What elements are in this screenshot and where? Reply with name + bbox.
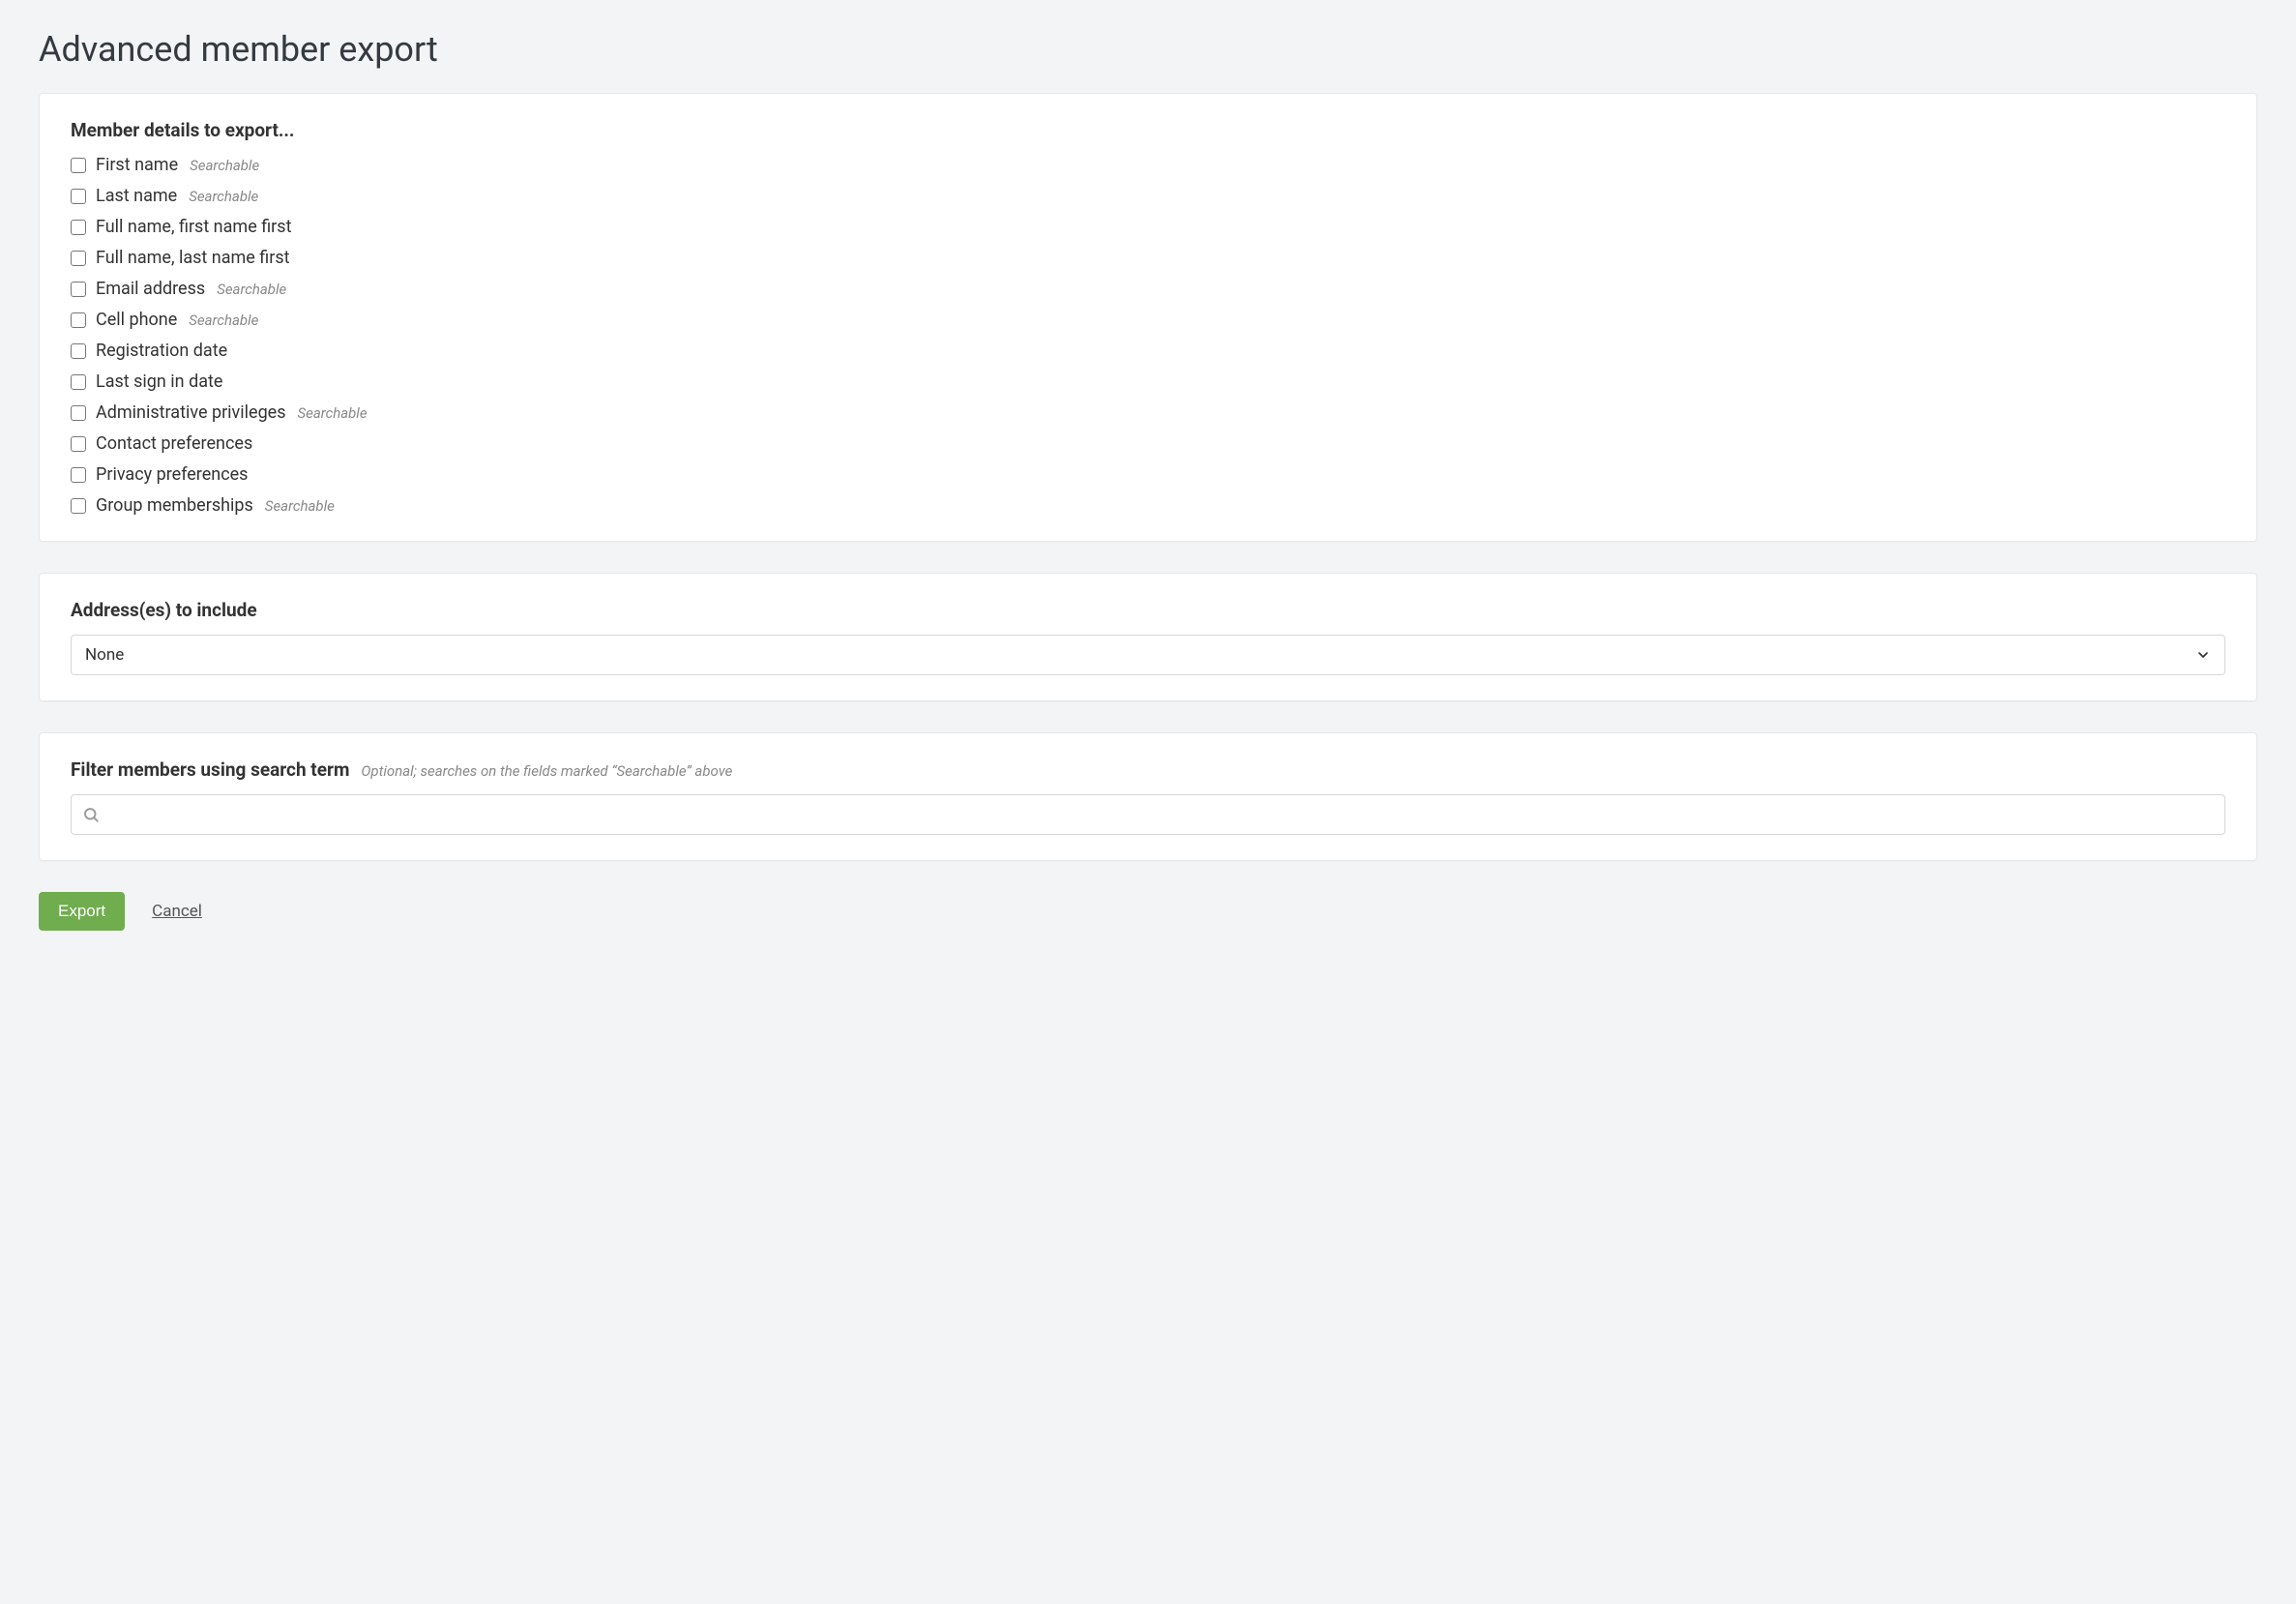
checkbox-input[interactable] — [71, 405, 86, 421]
checkbox-label: Cell phone — [96, 310, 177, 330]
checkbox-row[interactable]: Registration date — [71, 341, 2225, 361]
filter-card: Filter members using search term Optiona… — [39, 732, 2257, 861]
checkbox-label: First name — [96, 155, 178, 175]
checkbox-input[interactable] — [71, 251, 86, 266]
checkbox-label: Registration date — [96, 341, 227, 361]
filter-title: Filter members using search term — [71, 758, 349, 781]
checkbox-input[interactable] — [71, 467, 86, 483]
actions-row: Export Cancel — [39, 892, 2257, 931]
searchable-tag: Searchable — [190, 157, 259, 174]
checkbox-input[interactable] — [71, 343, 86, 359]
checkbox-label: Last sign in date — [96, 371, 222, 392]
checkbox-input[interactable] — [71, 189, 86, 204]
checkbox-row[interactable]: Full name, first name first — [71, 217, 2225, 237]
checkbox-row[interactable]: Cell phone Searchable — [71, 310, 2225, 330]
page-title: Advanced member export — [39, 29, 2257, 70]
addresses-select-value: None — [85, 645, 124, 665]
addresses-select[interactable]: None — [71, 635, 2225, 675]
checkbox-input[interactable] — [71, 158, 86, 173]
checkbox-label: Full name, last name first — [96, 248, 290, 268]
searchable-tag: Searchable — [298, 404, 368, 422]
checkbox-row[interactable]: Group memberships Searchable — [71, 495, 2225, 516]
searchable-tag: Searchable — [189, 312, 258, 329]
checkbox-label: Full name, first name first — [96, 217, 291, 237]
chevron-down-icon — [2195, 647, 2211, 663]
checkbox-label: Contact preferences — [96, 433, 252, 454]
filter-search-input[interactable] — [71, 794, 2225, 835]
checkbox-label: Administrative privileges — [96, 402, 286, 423]
checkbox-label: Privacy preferences — [96, 464, 248, 485]
checkbox-input[interactable] — [71, 374, 86, 390]
search-icon — [82, 806, 100, 823]
member-details-title: Member details to export... — [71, 119, 2225, 141]
filter-hint: Optional; searches on the fields marked … — [361, 762, 732, 780]
checkbox-input[interactable] — [71, 436, 86, 452]
cancel-link[interactable]: Cancel — [152, 902, 202, 921]
checkbox-label: Email address — [96, 279, 205, 299]
checkbox-label: Last name — [96, 186, 177, 206]
searchable-tag: Searchable — [189, 188, 258, 205]
checkbox-row[interactable]: Full name, last name first — [71, 248, 2225, 268]
checkbox-row[interactable]: Privacy preferences — [71, 464, 2225, 485]
member-details-card: Member details to export... First name Se… — [39, 93, 2257, 542]
member-details-checkbox-list: First nameSearchableLast nameSearchableF… — [71, 155, 2225, 516]
checkbox-input[interactable] — [71, 282, 86, 297]
checkbox-input[interactable] — [71, 312, 86, 328]
addresses-title: Address(es) to include — [71, 599, 2225, 621]
searchable-tag: Searchable — [265, 497, 335, 515]
searchable-tag: Searchable — [217, 281, 286, 298]
checkbox-row[interactable]: Contact preferences — [71, 433, 2225, 454]
checkbox-row[interactable]: Email address Searchable — [71, 279, 2225, 299]
checkbox-input[interactable] — [71, 220, 86, 235]
addresses-card: Address(es) to include None — [39, 573, 2257, 701]
checkbox-row[interactable]: Last name Searchable — [71, 186, 2225, 206]
checkbox-row[interactable]: Last sign in date — [71, 371, 2225, 392]
checkbox-label: Group memberships — [96, 495, 253, 516]
checkbox-input[interactable] — [71, 498, 86, 514]
export-button[interactable]: Export — [39, 892, 125, 931]
checkbox-row[interactable]: Administrative privileges Searchable — [71, 402, 2225, 423]
checkbox-row[interactable]: First name Searchable — [71, 155, 2225, 175]
